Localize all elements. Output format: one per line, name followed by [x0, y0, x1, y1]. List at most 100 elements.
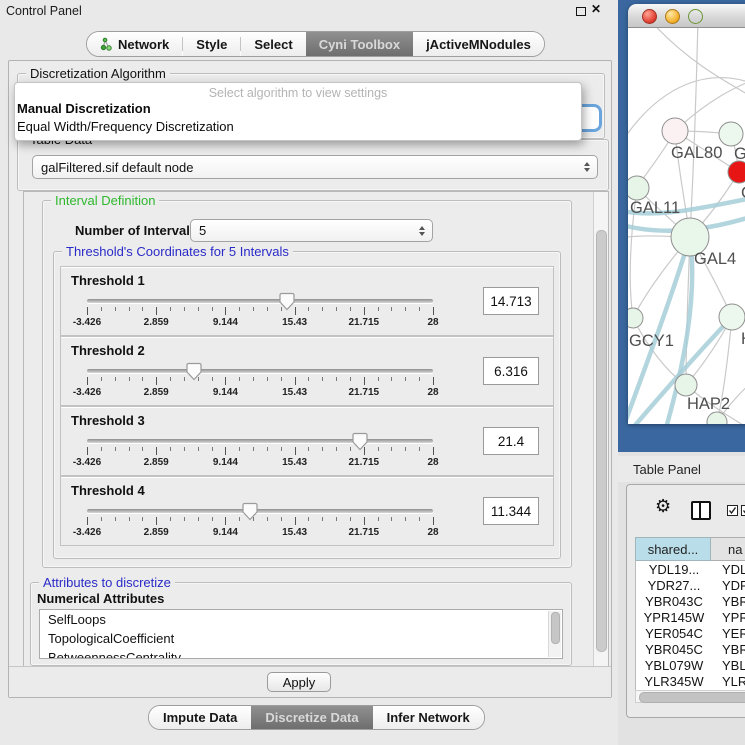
table-row[interactable]: YBR043CYBR0: [636, 593, 745, 609]
slider-track[interactable]: [87, 439, 433, 443]
tab-infer-network[interactable]: Infer Network: [373, 706, 484, 729]
scrollbar-thumb[interactable]: [551, 612, 560, 644]
number-of-intervals-select[interactable]: 5: [190, 219, 433, 242]
menu-item-manual-discretization[interactable]: Manual Discretization: [15, 100, 581, 118]
network-edge[interactable]: [690, 28, 698, 237]
network-node[interactable]: [719, 122, 743, 146]
slider-track[interactable]: [87, 509, 433, 513]
cell-name[interactable]: YBR0: [712, 593, 745, 609]
network-node[interactable]: [628, 308, 643, 328]
column-header-name[interactable]: na: [711, 537, 745, 561]
cell-shared-name[interactable]: YDL19...: [636, 561, 712, 577]
interval-definition-group: Interval Definition Number of Intervals …: [42, 200, 572, 568]
slider-track[interactable]: [87, 299, 433, 303]
cell-name[interactable]: YLR3: [712, 673, 745, 689]
network-view-frame: GAL80GACGAL11GAL4GCY1HHAP2: [618, 0, 745, 452]
cell-shared-name[interactable]: YDR27...: [636, 577, 712, 593]
table-body: YDL19...YDL1YDR27...YDR2YBR043CYBR0YPR14…: [635, 561, 745, 690]
slider-ticks: [87, 447, 433, 455]
scrollbar-thumb[interactable]: [596, 230, 607, 652]
network-canvas[interactable]: GAL80GACGAL11GAL4GCY1HHAP2: [628, 28, 745, 424]
columns-icon[interactable]: [691, 501, 711, 520]
threshold-panel-4: Threshold 4-3.4262.8599.14415.4321.71528: [60, 476, 554, 546]
minimize-traffic-light-icon[interactable]: [665, 9, 680, 24]
tab-network[interactable]: Network: [87, 32, 182, 56]
cell-shared-name[interactable]: YBL079W: [636, 657, 712, 673]
tab-select[interactable]: Select: [241, 32, 305, 56]
table-row[interactable]: YBL079WYBL0: [636, 657, 745, 673]
algorithm-dropdown-popup: Select algorithm to view settings Manual…: [14, 82, 582, 141]
node-label: GAL11: [630, 199, 680, 217]
checkbox-icon[interactable]: [727, 505, 738, 516]
vertical-scrollbar[interactable]: [593, 192, 608, 666]
close-icon[interactable]: ✕: [591, 2, 601, 16]
slider-track[interactable]: [87, 369, 433, 373]
network-node[interactable]: [662, 118, 688, 144]
cell-name[interactable]: YBL0: [712, 657, 745, 673]
threshold-value-field[interactable]: [483, 357, 539, 385]
node-table: shared... na YDL19...YDL1YDR27...YDR2YBR…: [635, 537, 745, 690]
threshold-slider[interactable]: -3.4262.8599.14415.4321.71528: [87, 501, 433, 541]
cell-shared-name[interactable]: YBR045C: [636, 641, 712, 657]
threshold-slider[interactable]: -3.4262.8599.14415.4321.71528: [87, 361, 433, 401]
threshold-value-field[interactable]: [483, 497, 539, 525]
tab-cyni-toolbox[interactable]: Cyni Toolbox: [306, 32, 413, 56]
checkbox-icon[interactable]: [741, 505, 745, 516]
node-label: C: [741, 184, 745, 202]
table-row[interactable]: YER054CYER0: [636, 625, 745, 641]
threshold-slider[interactable]: -3.4262.8599.14415.4321.71528: [87, 431, 433, 471]
table-panel-header: Table Panel: [618, 456, 745, 482]
tick-label: 28: [427, 457, 438, 468]
cell-name[interactable]: YER0: [712, 625, 745, 641]
network-node[interactable]: [719, 304, 745, 330]
cell-shared-name[interactable]: YBR043C: [636, 593, 712, 609]
tab-impute-data[interactable]: Impute Data: [149, 706, 251, 729]
cell-name[interactable]: YPR1: [712, 609, 745, 625]
horizontal-scrollbar[interactable]: [635, 690, 745, 703]
tick-label: 2.859: [144, 317, 169, 328]
list-item-topologicalcoefficient[interactable]: TopologicalCoefficient: [40, 629, 562, 648]
gear-icon[interactable]: ⚙: [655, 497, 671, 515]
network-window-titlebar: [628, 4, 745, 28]
network-node[interactable]: [675, 374, 697, 396]
tab-discretize-data[interactable]: Discretize Data: [251, 706, 372, 729]
cell-shared-name[interactable]: YPR145W: [636, 609, 712, 625]
cell-name[interactable]: YBR0: [712, 641, 745, 657]
table-row[interactable]: YDL19...YDL1: [636, 561, 745, 577]
network-svg: GAL80GACGAL11GAL4GCY1HHAP2: [628, 28, 745, 424]
cell-name[interactable]: YDR2: [712, 577, 745, 593]
tab-jactivemnodules[interactable]: jActiveMNodules: [413, 32, 544, 56]
cell-shared-name[interactable]: YER054C: [636, 625, 712, 641]
column-header-shared-name[interactable]: shared...: [635, 537, 711, 561]
threshold-value-field[interactable]: [483, 427, 539, 455]
cell-shared-name[interactable]: YLR345W: [636, 673, 712, 689]
network-node[interactable]: [707, 412, 727, 424]
scrollbar-thumb[interactable]: [639, 692, 745, 703]
threshold-label: Threshold 2: [71, 343, 145, 358]
attributes-scrollbar[interactable]: [548, 611, 561, 657]
threshold-value-field[interactable]: [483, 287, 539, 315]
tick-label: -3.426: [73, 457, 101, 468]
menu-item-equal-width-frequency[interactable]: Equal Width/Frequency Discretization: [15, 118, 581, 136]
cell-name[interactable]: YDL1: [712, 561, 745, 577]
spinner-arrows-icon: [584, 162, 590, 172]
apply-button[interactable]: Apply: [267, 672, 331, 692]
list-item-selfloops[interactable]: SelfLoops: [40, 610, 562, 629]
slider-tick-labels: -3.4262.8599.14415.4321.71528: [87, 317, 433, 329]
close-traffic-light-icon[interactable]: [642, 9, 657, 24]
table-row[interactable]: YLR345WYLR3: [636, 673, 745, 689]
table-data-select[interactable]: galFiltered.sif default node: [32, 155, 598, 179]
table-row[interactable]: YBR045CYBR0: [636, 641, 745, 657]
zoom-traffic-light-icon[interactable]: [688, 9, 703, 24]
slider-ticks: [87, 307, 433, 315]
attr-items: SelfLoopsTopologicalCoefficientBetweenne…: [40, 610, 562, 659]
float-window-icon[interactable]: [576, 7, 586, 16]
table-row[interactable]: YDR27...YDR2: [636, 577, 745, 593]
threshold-slider[interactable]: -3.4262.8599.14415.4321.71528: [87, 291, 433, 331]
tab-style[interactable]: Style: [183, 32, 240, 56]
list-item-betweennesscentrality[interactable]: BetweennessCentrality: [40, 648, 562, 659]
table-row[interactable]: YPR145WYPR1: [636, 609, 745, 625]
network-node[interactable]: [628, 176, 649, 200]
network-node[interactable]: [728, 161, 745, 183]
tab-bar: NetworkStyleSelectCyni ToolboxjActiveMNo…: [86, 31, 545, 57]
